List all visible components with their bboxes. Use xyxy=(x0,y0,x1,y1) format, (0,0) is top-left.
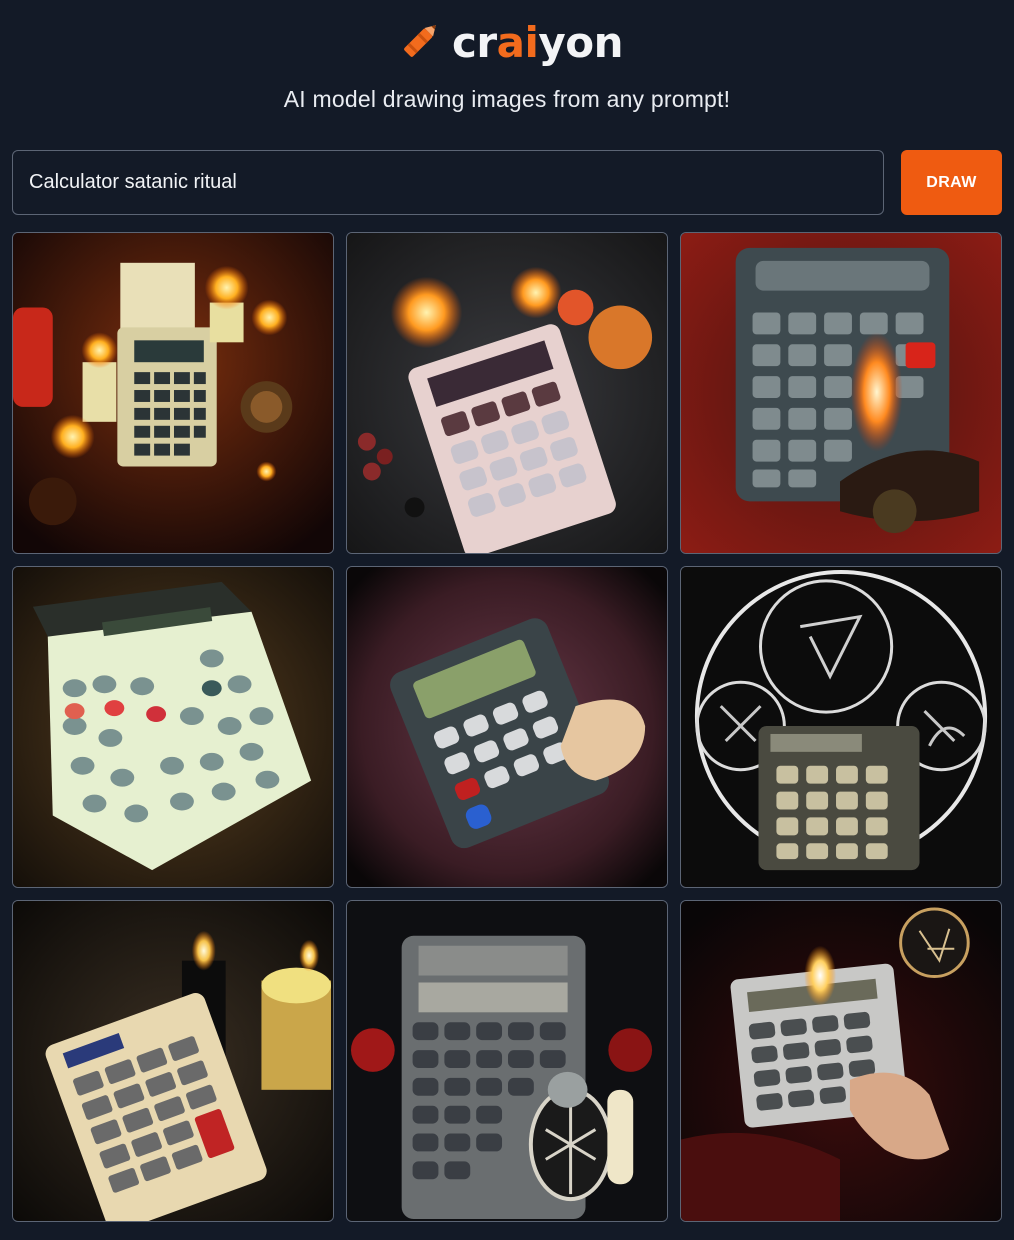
results-grid xyxy=(12,232,1002,1222)
result-image-5[interactable] xyxy=(346,566,668,888)
result-image-1[interactable] xyxy=(12,232,334,554)
result-image-8[interactable] xyxy=(346,900,668,1222)
prompt-input[interactable]: Calculator satanic ritual xyxy=(12,150,884,215)
result-image-3[interactable] xyxy=(680,232,1002,554)
result-image-9[interactable] xyxy=(680,900,1002,1222)
header: craiyon AI model drawing images from any… xyxy=(0,0,1014,140)
brand-name: craiyon xyxy=(452,17,623,67)
result-image-2[interactable] xyxy=(346,232,668,554)
result-image-6[interactable] xyxy=(680,566,1002,888)
result-image-7[interactable] xyxy=(12,900,334,1222)
craiyon-logo[interactable]: craiyon xyxy=(398,14,623,70)
prompt-text[interactable]: Calculator satanic ritual xyxy=(29,171,237,194)
tagline: AI model drawing images from any prompt! xyxy=(283,86,731,112)
result-image-4[interactable] xyxy=(12,566,334,888)
crayon-icon xyxy=(398,17,444,68)
draw-button[interactable]: DRAW xyxy=(901,150,1002,215)
